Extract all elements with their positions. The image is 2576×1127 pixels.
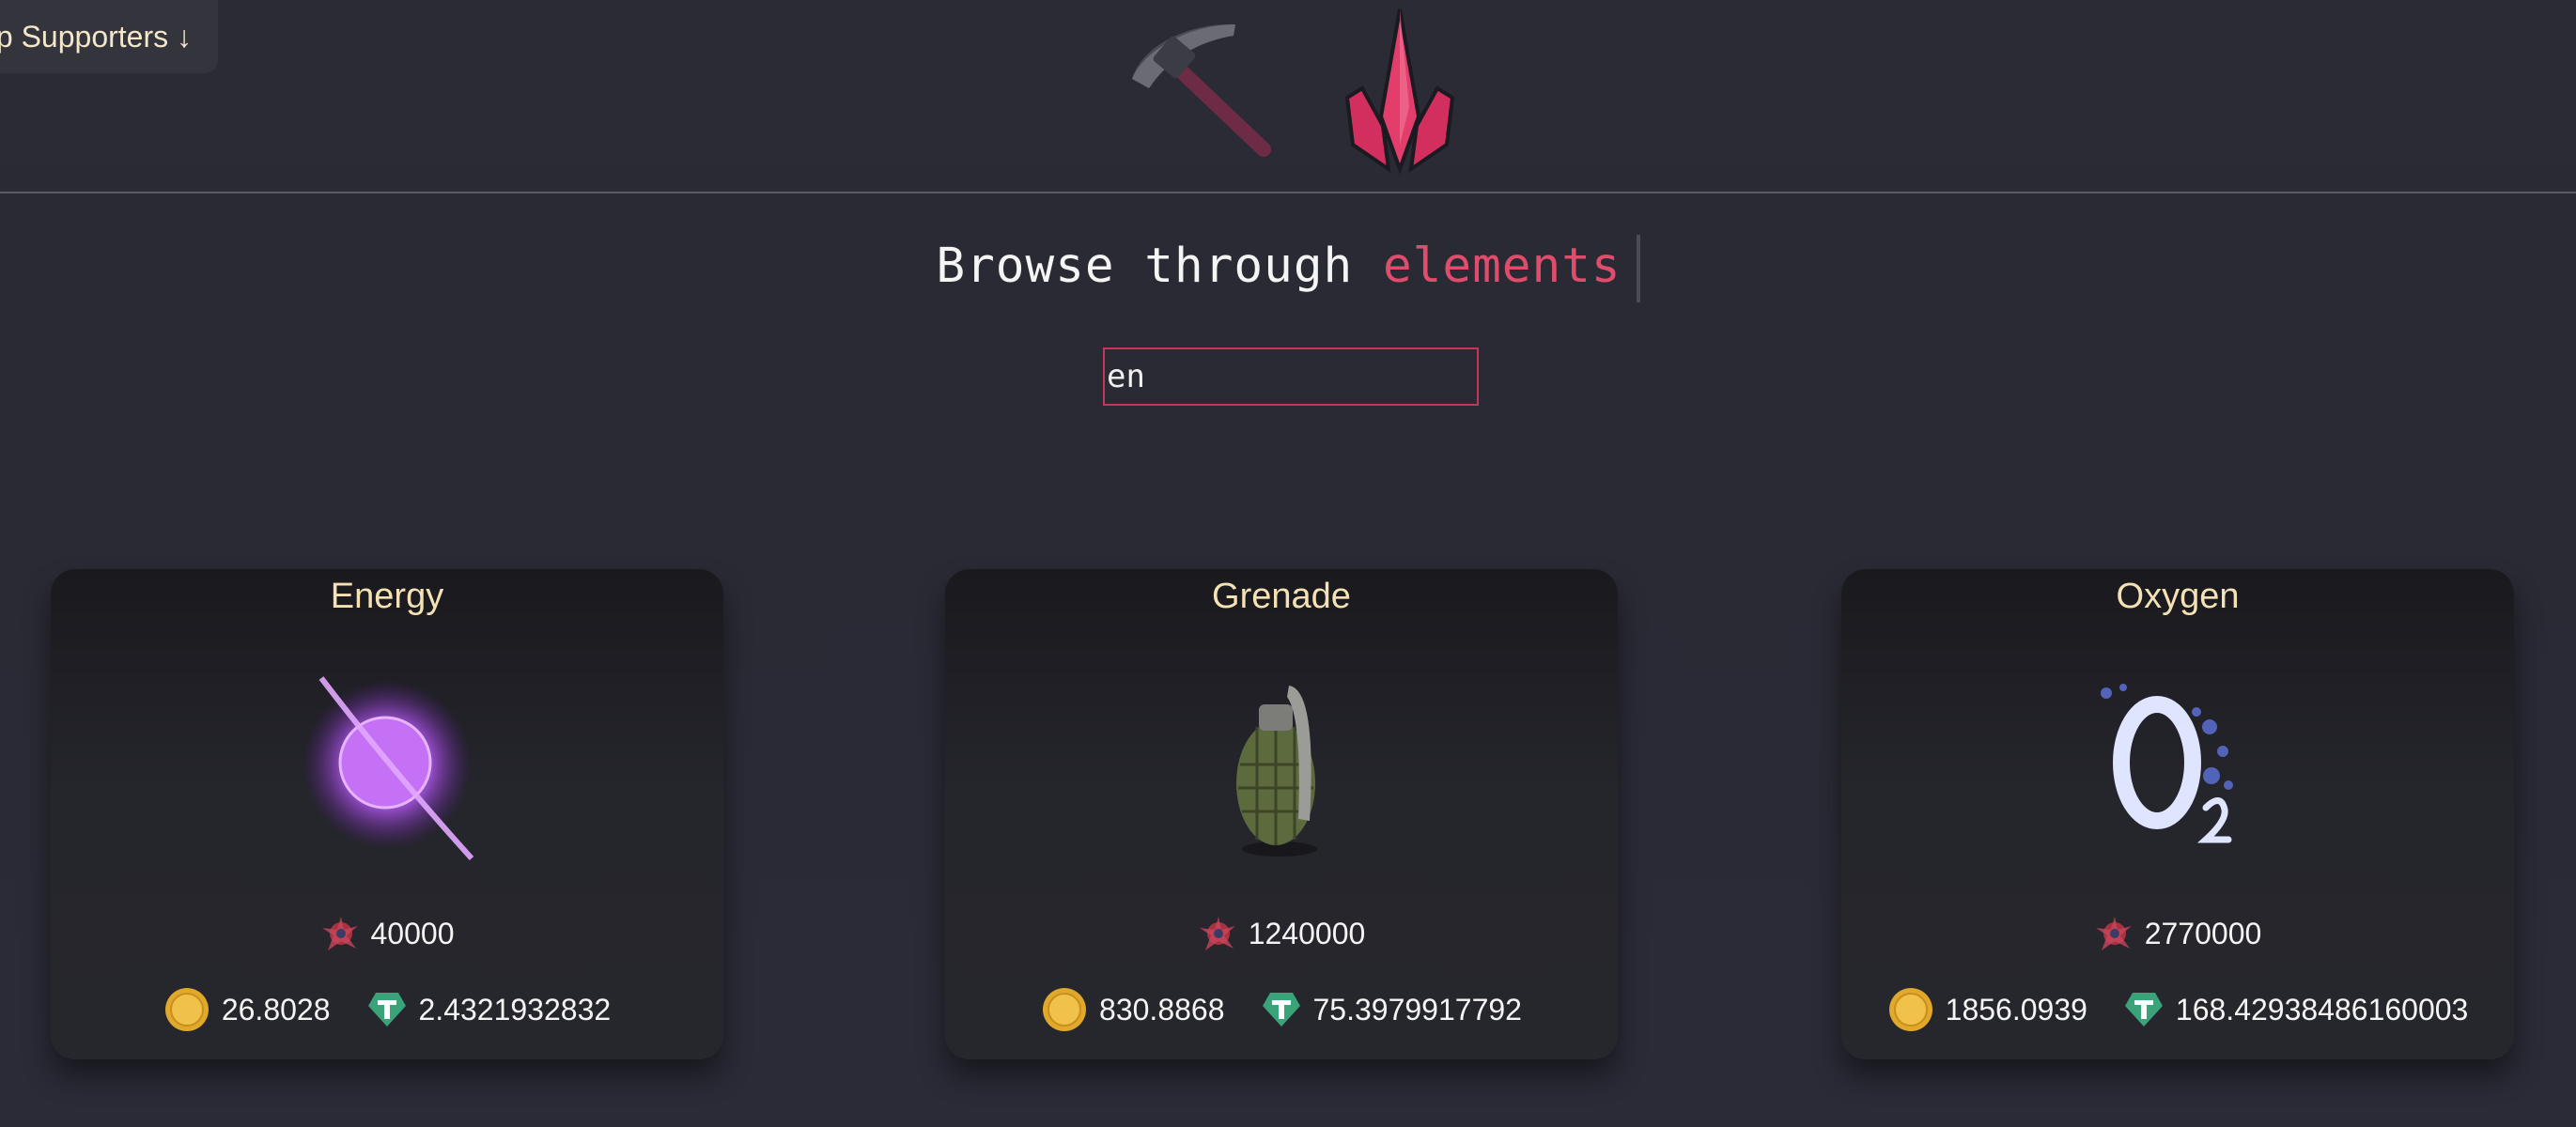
tether-icon	[367, 993, 406, 1027]
gold-coin-icon	[164, 988, 209, 1031]
grenade-icon	[1236, 686, 1317, 857]
token-value: 168.42938486160003	[2175, 992, 2469, 1027]
tether-icon	[2124, 993, 2163, 1027]
energy-orb-icon	[303, 676, 474, 861]
crystal-logo-icon[interactable]	[1334, 4, 1466, 178]
heading-prefix: Browse through	[936, 239, 1354, 294]
mining-value: 2770000	[2144, 916, 2262, 950]
pickaxe-icon[interactable]	[1123, 13, 1273, 163]
mining-value: 40000	[370, 916, 455, 950]
element-card-grenade[interactable]: Grenade 1240000 830.8868 75.3979917792	[945, 569, 1618, 1059]
oxygen-icon	[2101, 684, 2233, 843]
explosion-icon	[1199, 917, 1235, 950]
page-heading: Browse through elements	[0, 235, 2576, 302]
mining-stat: 40000	[51, 913, 723, 954]
card-title: Energy	[330, 577, 444, 616]
gold-coin-icon	[1888, 988, 1932, 1031]
tether-icon	[1262, 993, 1300, 1027]
mining-stat: 2770000	[1841, 913, 2514, 954]
explosion-icon	[2095, 917, 2132, 950]
heading-highlight: elements	[1382, 239, 1622, 294]
card-title: Grenade	[1212, 577, 1351, 616]
coin-value: 830.8868	[1099, 992, 1225, 1027]
mining-value: 1240000	[1248, 916, 1366, 950]
price-stat: 1856.0939 168.42938486160003	[1841, 986, 2514, 1033]
mining-stat: 1240000	[945, 913, 1618, 954]
header-divider	[0, 192, 2576, 193]
explosion-icon	[321, 917, 358, 950]
search-input[interactable]	[1103, 347, 1479, 406]
token-value: 2.4321932832	[418, 992, 612, 1027]
gold-coin-icon	[1043, 988, 1087, 1031]
token-value: 75.3979917792	[1312, 992, 1522, 1027]
typing-caret	[1636, 235, 1640, 302]
card-title: Oxygen	[2116, 577, 2240, 616]
header	[0, 0, 2576, 192]
price-stat: 830.8868 75.3979917792	[945, 986, 1618, 1033]
price-stat: 26.8028 2.4321932832	[51, 986, 723, 1033]
element-card-oxygen[interactable]: Oxygen 2770000 1856.0939 168.42938486160…	[1841, 569, 2514, 1059]
element-card-energy[interactable]: Energy 40000 26.8028 2.4321932832	[51, 569, 723, 1059]
coin-value: 1856.0939	[1945, 992, 2087, 1027]
coin-value: 26.8028	[221, 992, 331, 1027]
